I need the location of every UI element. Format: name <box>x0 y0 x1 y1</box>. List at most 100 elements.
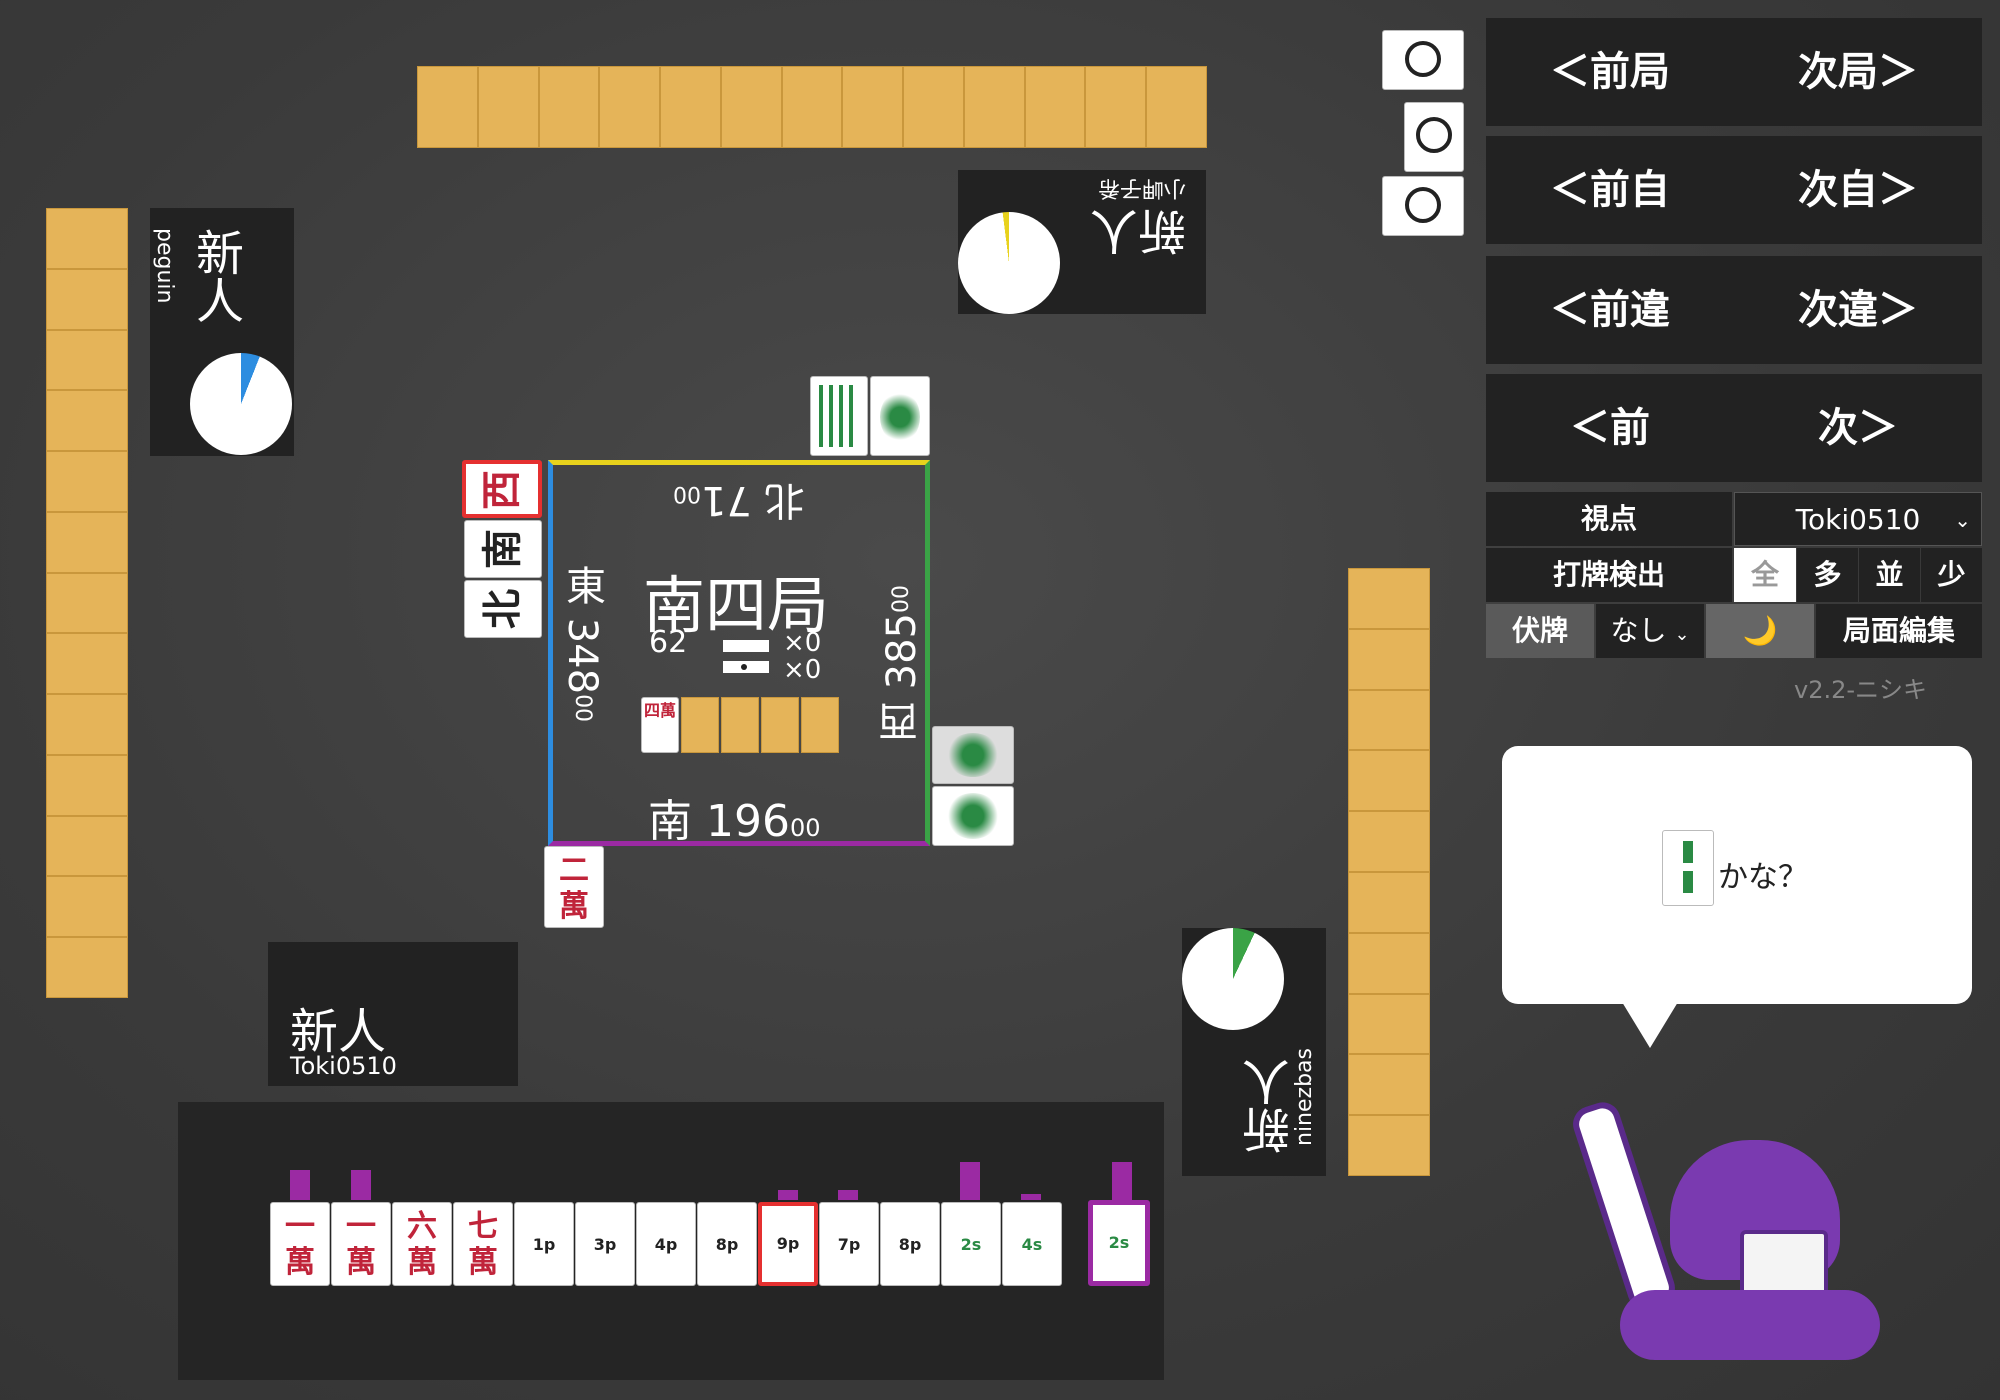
pin-icon <box>1405 187 1441 223</box>
prev-self-button[interactable]: ＜前自 <box>1486 136 1734 244</box>
tile-back <box>46 815 128 877</box>
hand-tile[interactable]: 8p <box>697 1202 757 1286</box>
edit-board-button[interactable]: 局面編集 <box>1816 604 1982 658</box>
detect-option-normal[interactable]: 並 <box>1859 548 1920 602</box>
hidden-label: 伏牌 <box>1486 604 1594 658</box>
bird-icon <box>946 793 1000 839</box>
tile-label: 一萬 <box>346 1209 376 1280</box>
next-diff-button[interactable]: 次違＞ <box>1734 256 1982 364</box>
detect-option-many[interactable]: 多 <box>1797 548 1858 602</box>
tile-back <box>46 329 128 391</box>
viewpoint-select[interactable]: Toki0510 ⌄ <box>1734 492 1982 546</box>
north-score: 北 7100 <box>673 475 805 533</box>
night-mode-toggle[interactable]: 🌙 <box>1706 604 1814 658</box>
right-opponent-hand <box>1348 568 1430 1176</box>
tile-label: 四萬 <box>643 701 676 720</box>
top-discard-tile <box>810 376 868 456</box>
score-value: 東 348 <box>559 565 605 695</box>
tile-back <box>477 66 539 148</box>
next-round-button[interactable]: 次局＞ <box>1734 18 1982 126</box>
prev-diff-button[interactable]: ＜前違 <box>1486 256 1734 364</box>
tile-back <box>46 572 128 634</box>
timer-pie <box>1182 928 1284 1030</box>
moon-icon: 🌙 <box>1742 614 1778 647</box>
tile-back <box>1348 568 1430 629</box>
nav-row-step: ＜前 次＞ <box>1486 374 1982 482</box>
bird-icon <box>880 391 920 443</box>
tile-back <box>1024 66 1086 148</box>
nav-row-diff: ＜前違 次違＞ <box>1486 256 1982 364</box>
tile-label: 4p <box>654 1235 678 1254</box>
hand-tile[interactable]: 4s <box>1002 1202 1062 1286</box>
hand-tile[interactable]: 4p <box>636 1202 696 1286</box>
version-label: v2.2-ニシキ <box>1794 676 1928 704</box>
shanten-bar <box>960 1162 980 1200</box>
tile-label: 2s <box>960 1235 982 1254</box>
player-name: peguin <box>152 228 177 304</box>
tile-back <box>1348 811 1430 872</box>
hand-tile[interactable]: 七萬 <box>453 1202 513 1286</box>
hand-tile[interactable]: 一萬 <box>331 1202 391 1286</box>
hand-tile[interactable]: 2s <box>941 1202 1001 1286</box>
drawn-tile[interactable]: 2s <box>1088 1200 1150 1286</box>
player-rank: 新人 <box>187 228 243 324</box>
tile-back <box>681 697 719 753</box>
wind-label: 北 <box>480 589 526 629</box>
next-self-button[interactable]: 次自＞ <box>1734 136 1982 244</box>
shanten-bar <box>838 1190 858 1200</box>
tile-back <box>46 268 128 330</box>
tile-back <box>46 937 128 998</box>
detect-option-few[interactable]: 少 <box>1921 548 1982 602</box>
corner-tile <box>1382 30 1464 90</box>
discard-detect-label: 打牌検出 <box>1486 548 1732 602</box>
hand-tile-selected[interactable]: 9p <box>758 1202 818 1286</box>
pin-icon <box>1416 117 1452 153</box>
hand-tile[interactable]: 3p <box>575 1202 635 1286</box>
chevron-down-icon: ⌄ <box>1674 624 1690 645</box>
tile-back <box>963 66 1025 148</box>
hand-tile[interactable]: 一萬 <box>270 1202 330 1286</box>
dora-tile: 四萬 <box>641 697 679 753</box>
player-name: ninezbas <box>1292 1048 1317 1146</box>
self-hand-area: 一萬 一萬 六萬 七萬 1p 3p 4p 8p 9p 7p 8p 2s 4s 2… <box>178 1102 1164 1380</box>
tile-back <box>1348 689 1430 751</box>
tile-back <box>1146 66 1207 148</box>
detect-option-all[interactable]: 全 <box>1734 548 1796 602</box>
score-value: 西 385 <box>879 613 925 743</box>
nav-row-round: ＜前局 次局＞ <box>1486 18 1982 126</box>
south-score: 南 19600 <box>648 785 821 849</box>
prev-button[interactable]: ＜前 <box>1486 374 1734 482</box>
right-player-panel: 新人 ninezbas <box>1182 928 1326 1176</box>
next-button[interactable]: 次＞ <box>1734 374 1982 482</box>
hand-tile[interactable]: 8p <box>880 1202 940 1286</box>
bird-icon <box>946 733 1000 777</box>
tile-back <box>801 697 839 753</box>
prev-round-button[interactable]: ＜前局 <box>1486 18 1734 126</box>
timer-pie <box>190 353 292 455</box>
tile-back <box>417 66 478 148</box>
pin-icon <box>1405 41 1441 77</box>
honba-stick-icon <box>723 661 769 673</box>
hidden-select[interactable]: なし ⌄ <box>1596 604 1704 658</box>
tile-back <box>1348 750 1430 812</box>
tile-back <box>660 66 721 148</box>
hand-tile[interactable]: 1p <box>514 1202 574 1286</box>
corner-tile <box>1382 176 1464 236</box>
remaining-tiles: 62 <box>649 625 688 660</box>
hand-tile[interactable]: 六萬 <box>392 1202 452 1286</box>
tile-label: 4s <box>1021 1235 1043 1254</box>
wind-tiles: 西 南 北 <box>462 460 544 640</box>
score-suffix: 00 <box>889 585 914 613</box>
score-suffix: 00 <box>789 814 821 842</box>
top-discard-tile <box>870 376 930 456</box>
speech-bubble: かな？ <box>1502 746 1972 1048</box>
viewpoint-label: 視点 <box>1486 492 1732 546</box>
tile-back <box>781 66 843 148</box>
hand-tile[interactable]: 7p <box>819 1202 879 1286</box>
honba-count: ×0 <box>783 655 822 685</box>
score-suffix: 00 <box>673 481 701 506</box>
player-name: 小岬子希 <box>1097 175 1186 200</box>
tile-label: 8p <box>898 1235 922 1254</box>
shanten-bar <box>1112 1162 1132 1200</box>
viewpoint-value: Toki0510 <box>1795 503 1921 536</box>
